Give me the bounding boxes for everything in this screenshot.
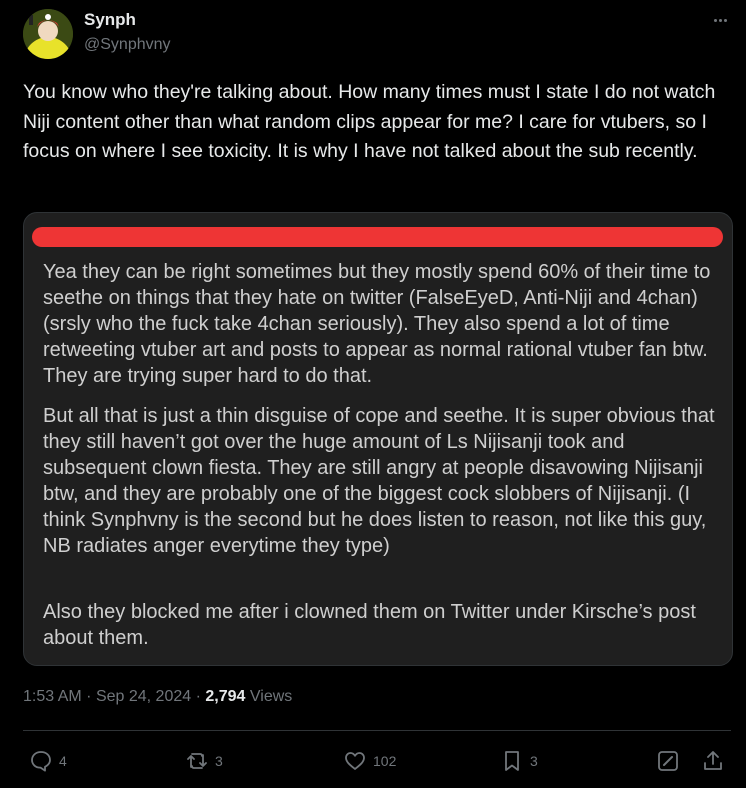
tweet-text: You know who they're talking about. How … — [23, 81, 716, 162]
bookmark-icon — [505, 751, 519, 771]
avatar[interactable] — [23, 9, 73, 59]
media-paragraph-3: Also they blocked me after i clowned the… — [43, 601, 696, 649]
author-handle[interactable]: @Synphvny — [84, 36, 171, 54]
like-icon — [345, 752, 365, 770]
reply-count: 4 — [59, 753, 67, 769]
views-count: 2,794 — [205, 688, 246, 705]
avatar-image — [23, 9, 73, 59]
reply-icon — [31, 751, 51, 772]
tweet-time[interactable]: 1:53 AM — [23, 688, 82, 705]
more-icon[interactable] — [708, 10, 732, 30]
redaction-bar — [32, 227, 723, 247]
repost-button[interactable]: 3 — [185, 748, 223, 774]
media-paragraph-2: But all that is just a thin disguise of … — [43, 405, 715, 557]
divider — [23, 730, 731, 731]
share-icon — [704, 751, 722, 770]
bookmark-button[interactable]: 3 — [500, 748, 538, 774]
tweet-date[interactable]: Sep 24, 2024 — [96, 688, 191, 705]
reply-button[interactable]: 4 — [29, 748, 67, 774]
repost-icon — [187, 753, 207, 769]
grok-button[interactable] — [656, 748, 680, 774]
bookmark-count: 3 — [530, 753, 538, 769]
like-count: 102 — [373, 753, 397, 769]
share-button[interactable] — [701, 748, 725, 774]
like-button[interactable]: 102 — [343, 748, 396, 774]
repost-count: 3 — [215, 753, 223, 769]
media-paragraph-1: Yea they can be right sometimes but they… — [43, 261, 711, 387]
tweet-media-image[interactable]: Yea they can be right sometimes but they… — [23, 212, 733, 666]
views-label: Views — [249, 688, 293, 705]
author-name[interactable]: Synph — [84, 10, 136, 30]
grok-icon — [658, 751, 678, 771]
tweet-meta: 1:53 AM · Sep 24, 2024 · 2,794 Views — [23, 688, 293, 705]
